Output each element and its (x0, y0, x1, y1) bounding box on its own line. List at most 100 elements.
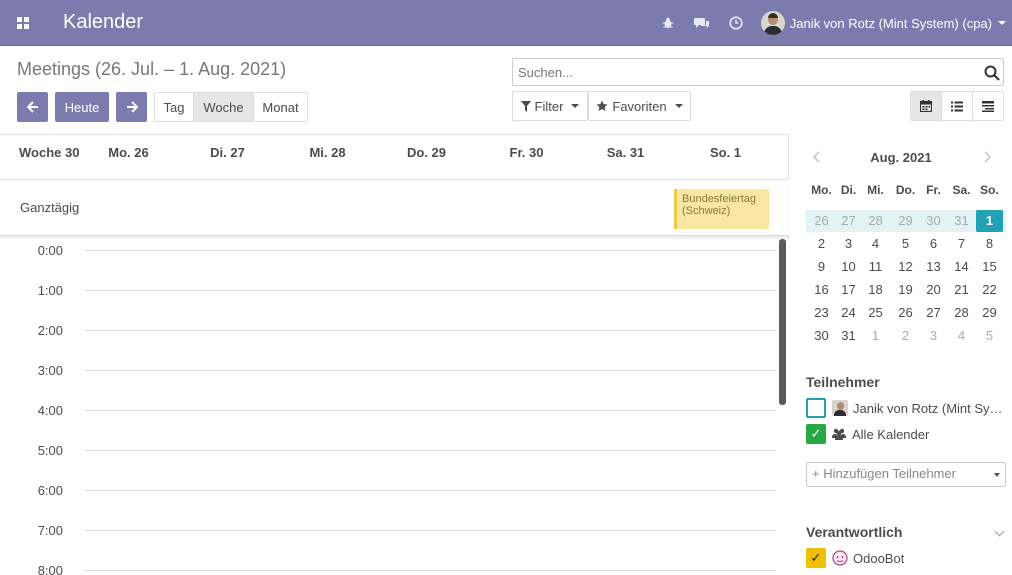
mini-calendar-day[interactable]: 17 (835, 279, 862, 301)
mini-calendar-day[interactable]: 3 (920, 325, 947, 347)
hour-divider (84, 290, 776, 291)
mini-calendar-day[interactable]: 27 (835, 210, 862, 232)
list-view-button[interactable] (941, 91, 973, 121)
day-header[interactable]: Sa. 31 (576, 145, 675, 160)
mini-calendar-day[interactable]: 14 (948, 256, 975, 278)
mini-calendar-day[interactable]: 30 (920, 210, 947, 232)
apps-menu-button[interactable] (0, 0, 46, 46)
mini-calendar-day[interactable]: 21 (948, 279, 975, 301)
add-attendee-select[interactable]: + Hinzufügen Teilnehmer (806, 462, 1006, 487)
checkbox[interactable] (806, 398, 826, 418)
mini-calendar-header: Aug. 2021 (790, 134, 1012, 178)
attendee-filter[interactable]: Janik von Rotz (Mint System) (cpa) (806, 398, 1006, 418)
day-header[interactable]: So. 1 (676, 145, 775, 160)
mini-calendar-day[interactable]: 24 (835, 302, 862, 324)
mini-calendar-day[interactable]: 31 (948, 210, 975, 232)
mini-calendar-day[interactable]: 6 (920, 233, 947, 255)
filter-button[interactable]: Filter (512, 91, 588, 121)
hour-row: 1:00 (0, 283, 789, 323)
mini-calendar-day[interactable]: 2 (808, 233, 835, 255)
scale-week-button[interactable]: Woche (193, 92, 254, 122)
arrow-right-icon (126, 101, 138, 113)
favorites-button[interactable]: Favoriten (588, 91, 691, 121)
scrollbar-thumb[interactable] (779, 239, 786, 405)
checkbox-checked[interactable]: ✓ (806, 548, 826, 568)
all-calendars-label: Alle Kalender (852, 426, 930, 442)
hour-label: 2:00 (37, 323, 63, 338)
day-header[interactable]: Mi. 28 (278, 145, 377, 160)
mini-calendar-day[interactable]: 5 (976, 325, 1003, 347)
list-view-icon (951, 101, 963, 111)
mini-calendar-day[interactable]: 4 (948, 325, 975, 347)
calendar-event[interactable]: Bundesfeiertag (Schweiz) (674, 189, 769, 229)
mini-calendar-day-selected[interactable]: 1 (976, 210, 1003, 232)
weekday-header: Di. (840, 183, 857, 197)
mini-calendar-day[interactable]: 29 (892, 210, 919, 232)
mini-calendar-day[interactable]: 3 (835, 233, 862, 255)
mini-calendar-day[interactable]: 29 (976, 302, 1003, 324)
mini-calendar-day[interactable]: 8 (976, 233, 1003, 255)
mini-calendar-day[interactable]: 28 (862, 210, 889, 232)
mini-calendar-day[interactable]: 5 (892, 233, 919, 255)
mini-calendar-day[interactable]: 7 (948, 233, 975, 255)
mini-calendar-day[interactable]: 30 (808, 325, 835, 347)
hour-row: 3:00 (0, 363, 789, 403)
mini-calendar-day[interactable]: 4 (862, 233, 889, 255)
day-header[interactable]: Di. 27 (178, 145, 277, 160)
mini-calendar-day[interactable]: 27 (920, 302, 947, 324)
mini-calendar-day[interactable]: 15 (976, 256, 1003, 278)
mini-calendar-day[interactable]: 31 (835, 325, 862, 347)
mini-calendar-day[interactable]: 23 (808, 302, 835, 324)
calendar-view-button[interactable] (910, 91, 942, 121)
mini-calendar-day[interactable]: 2 (892, 325, 919, 347)
day-header[interactable]: Fr. 30 (477, 145, 576, 160)
mini-calendar-day[interactable]: 13 (920, 256, 947, 278)
mini-calendar-day[interactable]: 22 (976, 279, 1003, 301)
user-menu[interactable]: Janik von Rotz (Mint System) (cpa) (753, 0, 1012, 46)
activity-view-button[interactable] (972, 91, 1004, 121)
previous-button[interactable] (17, 92, 48, 122)
chevron-right-icon[interactable] (984, 150, 992, 168)
calendar-header: Woche 30 Mo. 26 Di. 27 Mi. 28 Do. 29 Fr.… (0, 135, 789, 180)
today-button[interactable]: Heute (55, 92, 109, 122)
checkbox-checked[interactable]: ✓ (806, 424, 826, 444)
all-calendars-filter[interactable]: ✓ Alle Kalender (806, 424, 1006, 444)
attendees-title: Teilnehmer (806, 374, 880, 390)
search-input[interactable] (513, 59, 973, 85)
mini-calendar-day[interactable]: 1 (862, 325, 889, 347)
favorites-label: Favoriten (612, 98, 667, 114)
mini-calendar-day[interactable]: 19 (892, 279, 919, 301)
chat-icon[interactable] (685, 0, 719, 46)
hour-label: 6:00 (37, 483, 63, 498)
clock-icon[interactable] (719, 0, 753, 46)
time-grid[interactable]: 0:00 1:00 2:00 3:00 4:00 5:00 6:00 7:00 … (0, 239, 789, 575)
hour-label: 1:00 (37, 283, 63, 298)
mini-calendar-day[interactable]: 18 (862, 279, 889, 301)
mini-calendar-day[interactable]: 11 (862, 256, 889, 278)
search-icon[interactable] (984, 65, 1000, 81)
mini-calendar-day[interactable]: 26 (892, 302, 919, 324)
mini-calendar-day[interactable]: 20 (920, 279, 947, 301)
hour-row: 5:00 (0, 443, 789, 483)
app-title[interactable]: Kalender (63, 11, 143, 34)
arrow-left-icon (26, 101, 38, 113)
next-button[interactable] (116, 92, 147, 122)
mini-calendar-day[interactable]: 9 (808, 256, 835, 278)
mini-calendar-day[interactable]: 25 (862, 302, 889, 324)
bug-icon[interactable] (651, 0, 685, 46)
mini-calendar-day[interactable]: 12 (892, 256, 919, 278)
mini-calendar-day[interactable]: 10 (835, 256, 862, 278)
scale-month-button[interactable]: Monat (253, 92, 308, 122)
day-header[interactable]: Do. 29 (377, 145, 476, 160)
mini-calendar-day[interactable]: 16 (808, 279, 835, 301)
mini-calendar-day[interactable]: 26 (808, 210, 835, 232)
chevron-down-icon[interactable] (994, 526, 1005, 537)
hour-row: 4:00 (0, 403, 789, 443)
calendar-sidebar: Aug. 2021 Mo. Di. Mi. Do. Fr. Sa. So. 26 27 28 29 3… (790, 134, 1012, 575)
responsible-filter[interactable]: ✓ OdooBot (806, 548, 1006, 568)
hour-row: 6:00 (0, 483, 789, 523)
all-day-label: Ganztägig (20, 200, 80, 215)
scale-day-button[interactable]: Tag (154, 92, 194, 122)
mini-calendar-day[interactable]: 28 (948, 302, 975, 324)
day-header[interactable]: Mo. 26 (79, 145, 178, 160)
